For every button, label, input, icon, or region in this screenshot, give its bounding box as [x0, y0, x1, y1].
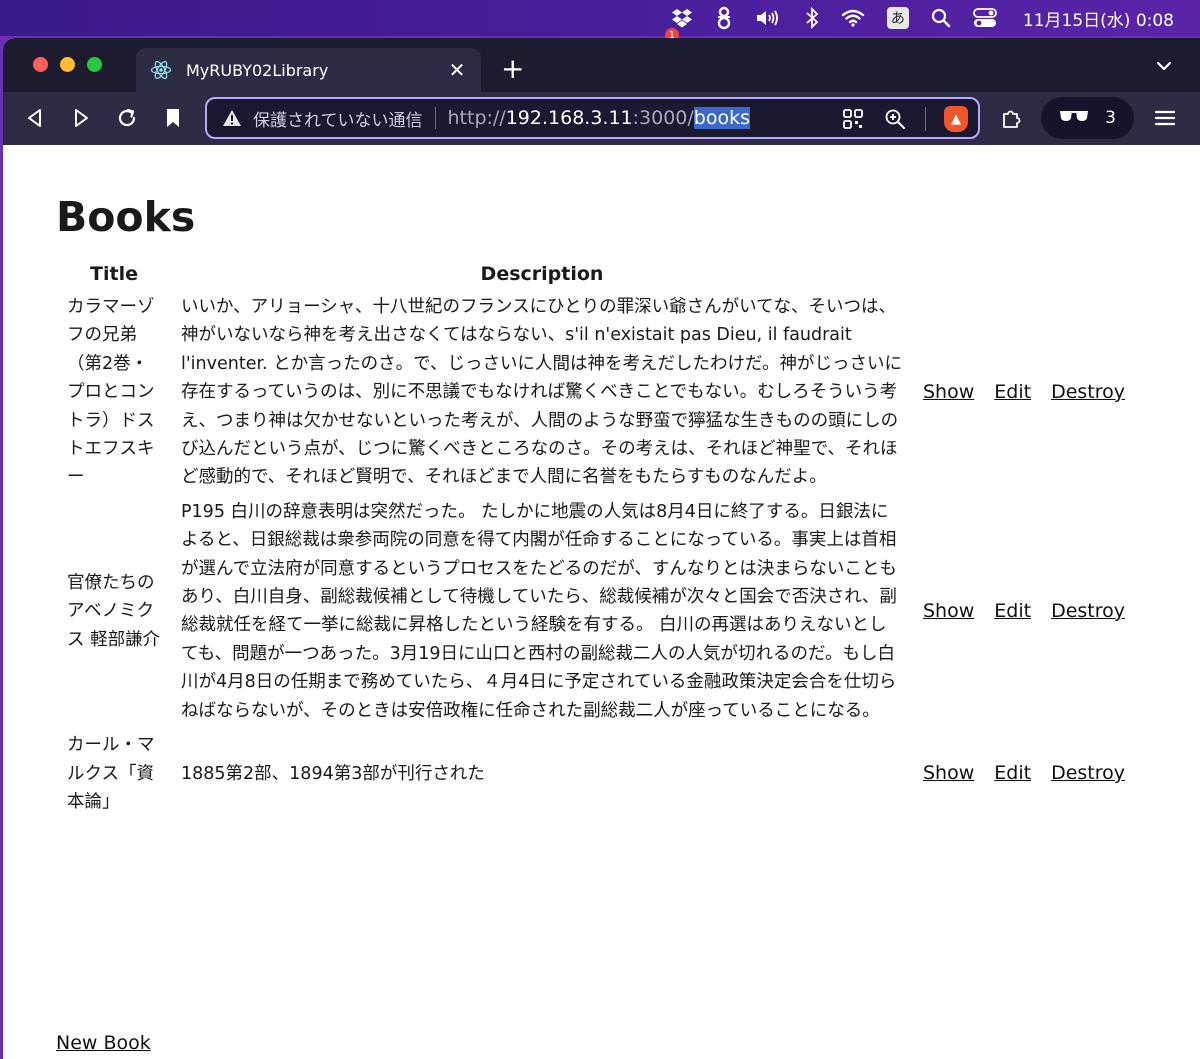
- macos-menu-bar: 1 あ 11月15日(水) 0:08: [0, 0, 1200, 42]
- back-icon[interactable]: [21, 104, 49, 132]
- book-title: カール・マルクス「資本論」: [67, 735, 155, 812]
- url-path: books: [693, 107, 751, 129]
- book-description: P195 白川の辞意表明は突然だった。 たしかに地震の人気は8月4日に終了する。…: [181, 501, 897, 721]
- tab-myruby02library[interactable]: MyRUBY02Library ✕: [136, 48, 481, 92]
- spotlight-search-icon[interactable]: [931, 0, 951, 36]
- address-bar[interactable]: 保護されていない通信 http://192.168.3.11:3000/book…: [205, 97, 980, 139]
- edit-link[interactable]: Edit: [994, 381, 1031, 403]
- privacy-count: 3: [1105, 108, 1116, 128]
- input-method-icon[interactable]: あ: [886, 0, 909, 36]
- column-header-description: Description: [480, 263, 604, 285]
- forward-icon[interactable]: [67, 104, 95, 132]
- zoom-icon[interactable]: [883, 107, 907, 131]
- extensions-puzzle-icon[interactable]: [997, 104, 1025, 132]
- minimize-window-button[interactable]: [60, 57, 75, 72]
- qr-code-icon[interactable]: [841, 107, 865, 131]
- close-window-button[interactable]: [33, 57, 48, 72]
- table-row: カラマーゾフの兄弟（第2巻・プロとコントラ）ドストエフスキー いいか、アリョーシ…: [58, 291, 1134, 494]
- url-actions-separator: [925, 107, 926, 131]
- destroy-link[interactable]: Destroy: [1051, 762, 1125, 784]
- page-content: Books Title Description カラマーゾフの兄弟（第2巻・プロ…: [3, 145, 1200, 1059]
- volume-icon[interactable]: [755, 0, 783, 36]
- show-link[interactable]: Show: [923, 381, 974, 403]
- bluetooth-icon[interactable]: [805, 0, 819, 36]
- url-scheme: http://: [447, 107, 506, 129]
- show-link[interactable]: Show: [923, 762, 974, 784]
- window-controls: [33, 57, 102, 72]
- destroy-link[interactable]: Destroy: [1051, 600, 1125, 622]
- book-description: 1885第2部、1894第3部が刊行された: [181, 763, 485, 784]
- react-atom-icon: [150, 59, 172, 81]
- table-header-row: Title Description: [58, 257, 1134, 289]
- column-header-title: Title: [90, 263, 138, 285]
- destroy-link[interactable]: Destroy: [1051, 381, 1125, 403]
- zoom-window-button[interactable]: [87, 57, 102, 72]
- wifi-icon[interactable]: [841, 0, 865, 36]
- warning-icon[interactable]: [221, 107, 243, 129]
- browser-toolbar: 保護されていない通信 http://192.168.3.11:3000/book…: [3, 92, 1200, 145]
- edit-link[interactable]: Edit: [994, 762, 1031, 784]
- browser-window: MyRUBY02Library ✕ + 保護されていない通信 http://19…: [3, 38, 1200, 1059]
- new-book-link[interactable]: New Book: [56, 1032, 151, 1054]
- close-tab-icon[interactable]: ✕: [447, 58, 467, 82]
- address-bar-actions: ▲: [841, 106, 968, 132]
- brave-shields-lion-icon[interactable]: ▲: [944, 106, 968, 132]
- url-separator: [434, 107, 436, 129]
- sunglasses-icon: [1059, 108, 1089, 128]
- table-row: 官僚たちのアベノミクス 軽部謙介 P195 白川の辞意表明は突然だった。 たしか…: [58, 496, 1134, 727]
- control-center-icon[interactable]: [972, 0, 997, 36]
- not-secure-label[interactable]: 保護されていない通信: [253, 106, 423, 131]
- tab-bar: MyRUBY02Library ✕ +: [3, 38, 1200, 92]
- menu-bar-clock[interactable]: 11月15日(水) 0:08: [1023, 0, 1174, 36]
- edit-link[interactable]: Edit: [994, 600, 1031, 622]
- new-tab-button[interactable]: +: [501, 52, 524, 85]
- url-port: :3000/: [632, 107, 694, 129]
- ime-label: あ: [886, 7, 909, 29]
- book-title: 官僚たちのアベノミクス 軽部謙介: [67, 572, 161, 650]
- tab-list-chevron-down-icon[interactable]: [1156, 56, 1172, 75]
- url-host: 192.168.3.11: [505, 107, 633, 129]
- page-title: Books: [56, 193, 196, 241]
- reload-icon[interactable]: [113, 104, 141, 132]
- book-title: カラマーゾフの兄弟（第2巻・プロとコントラ）ドストエフスキー: [67, 297, 155, 488]
- column-header-actions: [914, 257, 1134, 289]
- books-table: Title Description カラマーゾフの兄弟（第2巻・プロとコントラ）…: [56, 255, 1136, 820]
- show-link[interactable]: Show: [923, 600, 974, 622]
- privacy-sunglasses-button[interactable]: 3: [1041, 97, 1134, 139]
- url-text[interactable]: http://192.168.3.11:3000/books: [448, 107, 751, 129]
- table-row: カール・マルクス「資本論」 1885第2部、1894第3部が刊行された Show…: [58, 729, 1134, 818]
- hamburger-menu-icon[interactable]: [1151, 104, 1179, 132]
- book-description: いいか、アリョーシャ、十八世紀のフランスにひとりの罪深い爺さんがいてな、そいつは…: [181, 297, 902, 488]
- dropbox-icon[interactable]: 1: [664, 0, 693, 42]
- tab-title: MyRUBY02Library: [186, 60, 329, 80]
- bookmark-icon[interactable]: [159, 104, 187, 132]
- tool-icon[interactable]: [715, 0, 733, 36]
